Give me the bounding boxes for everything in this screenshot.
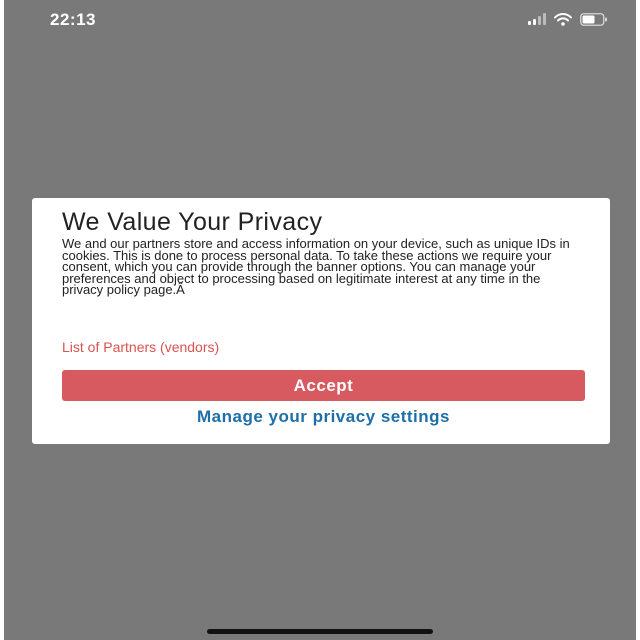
dialog-body-text: We and our partners store and access inf…: [62, 236, 570, 298]
dialog-title: We Value Your Privacy: [62, 208, 323, 236]
partners-list-link[interactable]: List of Partners (vendors): [62, 339, 219, 355]
manage-privacy-settings-link[interactable]: Manage your privacy settings: [62, 407, 585, 427]
status-bar: 22:13: [4, 0, 636, 44]
status-icons: [528, 12, 608, 26]
status-time: 22:13: [50, 10, 96, 29]
privacy-consent-dialog: We Value Your Privacy We and our partner…: [32, 198, 610, 444]
wifi-icon: [554, 12, 572, 26]
signal-icon: [528, 13, 546, 25]
accept-button[interactable]: Accept: [62, 370, 585, 401]
phone-screen: 22:13 We Value Your Privacy We and our p…: [4, 0, 636, 640]
home-indicator[interactable]: [207, 629, 433, 634]
battery-icon: [580, 12, 607, 26]
